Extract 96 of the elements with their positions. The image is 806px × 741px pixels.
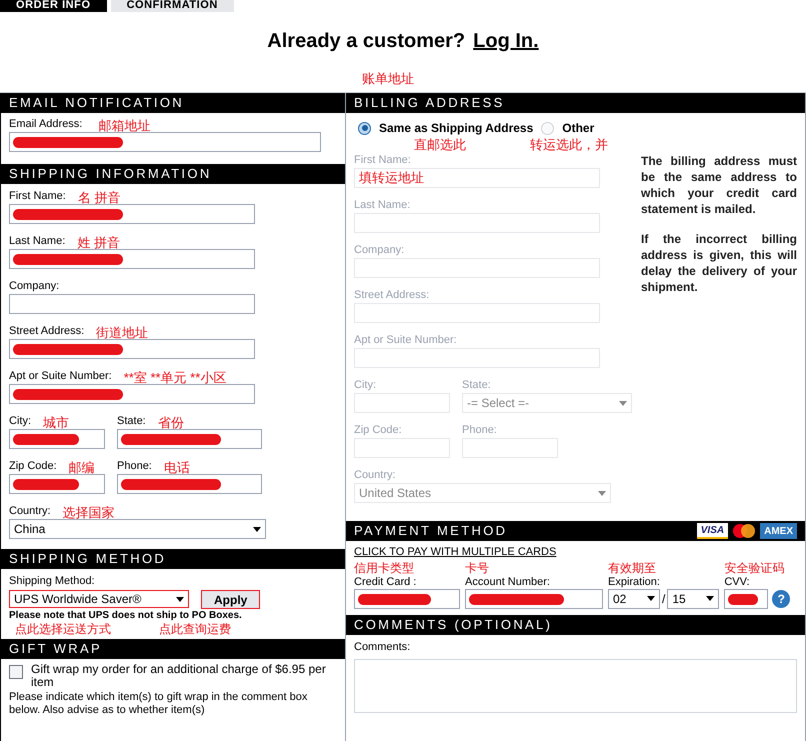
login-prompt: Already a customer? (267, 29, 466, 54)
annotation: 点此选择运送方式 (15, 622, 111, 636)
step-tab[interactable]: ORDER INFO (0, 0, 107, 12)
input-field[interactable] (9, 204, 255, 224)
annotation: 账单地址 (362, 70, 414, 88)
select-field[interactable]: China (9, 519, 266, 539)
field-label: Last Name: (354, 198, 410, 212)
help-button[interactable]: ? (772, 590, 790, 608)
annotation: 姓 拼音 (77, 236, 120, 249)
billing-note: The billing address must be the same address to which your credit card statement is mailed. (641, 153, 797, 217)
field-label: Country: (9, 504, 51, 518)
annotation: 邮箱地址 (98, 119, 150, 132)
select-field[interactable]: 15 (667, 588, 720, 608)
field-label: Zip Code: (9, 458, 57, 474)
annotation: 省份 (158, 416, 184, 429)
field-label: Apt or Suite Number: (354, 332, 457, 348)
field-label: Comments: (354, 640, 412, 654)
annotation: 邮编 (68, 461, 95, 474)
field-label: Apt or Suite Number: (9, 368, 112, 384)
annotation: 点此查询运费 (159, 622, 231, 636)
annotation: 卡号 (465, 560, 490, 574)
multiple-cards-link[interactable]: CLICK TO PAY WITH MULTIPLE CARDS (354, 544, 797, 560)
gift-wrap-instructions: Please indicate which item(s) to gift wrap in the comment box below. Also advise as to whether item(s) (9, 690, 308, 716)
login-link[interactable]: Log In. (473, 26, 539, 56)
annotation: 直邮选此 (414, 137, 466, 153)
shipping-note: Please note that UPS does not ship to PO Boxes. (9, 608, 243, 622)
annotation: 有效期至 (608, 560, 657, 574)
field-label: Company: (354, 242, 404, 258)
field-label: Phone: (117, 458, 152, 474)
field-label: State: (462, 378, 491, 392)
radio-label: Same as Shipping Address (379, 120, 534, 137)
section-title: SHIPPING INFORMATION (9, 165, 212, 184)
input-field[interactable] (9, 429, 105, 449)
select-field[interactable]: 02 (608, 588, 660, 608)
annotation: **室 **单元 **小区 (124, 371, 226, 384)
billing-note: If the incorrect billing address is given, this will delay the delivery of your shipment. (641, 231, 797, 295)
input-field[interactable] (9, 339, 255, 359)
step-tab[interactable]: CONFIRMATION (110, 0, 234, 12)
field-label: First Name: (354, 152, 411, 168)
select-field[interactable]: UPS Worldwide Saver® (9, 590, 189, 608)
input-field[interactable] (9, 294, 255, 314)
field-label: Company: (9, 278, 60, 294)
caret-icon (253, 526, 261, 532)
field-label: State: (117, 414, 146, 428)
field-label: Email Address: (9, 116, 82, 132)
checkbox-label: Gift wrap my order for an additional charge of $6.95 per item (31, 662, 327, 688)
section-title: SHIPPING METHOD (9, 550, 166, 568)
annotation: 信用卡类型 (354, 560, 415, 574)
annotation: 选择国家 (62, 506, 115, 519)
annotation: 安全验证码 (724, 560, 786, 574)
section-title: COMMENTS (OPTIONAL) (354, 616, 552, 634)
field-label: First Name: (9, 188, 66, 204)
annotation: 电话 (164, 461, 190, 474)
input-field[interactable] (9, 474, 105, 494)
section-title: GIFT WRAP (9, 640, 102, 658)
apply-button[interactable]: Apply (201, 590, 260, 608)
input-field[interactable] (724, 588, 768, 608)
input-field[interactable] (465, 588, 603, 608)
caret-icon (706, 596, 714, 601)
annotation: 城市 (43, 416, 69, 429)
field-label: CVV: (724, 574, 751, 588)
date-separator: / (662, 590, 666, 608)
annotation: 转运选此，并 (530, 137, 608, 153)
field-label: Shipping Method: (9, 574, 96, 589)
comments-field[interactable] (354, 659, 797, 713)
field-label: Street Address: (354, 288, 430, 302)
visa-logo: VISA (696, 523, 728, 539)
caret-icon (176, 596, 184, 602)
field-label: Country: (354, 468, 396, 482)
input-field[interactable] (9, 249, 255, 269)
annotation: 名 拼音 (78, 191, 120, 204)
input-field[interactable] (117, 429, 262, 449)
input-field[interactable] (117, 474, 262, 494)
annotation: 街道地址 (96, 326, 148, 339)
section-title: BILLING ADDRESS (354, 94, 505, 112)
checkbox[interactable] (9, 664, 23, 678)
amex-logo: AMEX (760, 523, 797, 539)
caret-icon (619, 400, 627, 406)
radio-label: Other (562, 120, 594, 137)
field-label: Street Address: (9, 324, 84, 338)
select-field[interactable] (354, 588, 460, 608)
field-label: Credit Card : (354, 574, 418, 588)
radio-button[interactable] (358, 122, 371, 134)
caret-icon (647, 596, 655, 601)
section-title: EMAIL NOTIFICATION (9, 94, 184, 112)
caret-icon (598, 490, 606, 496)
field-label: Account Number: (465, 574, 551, 588)
field-label: City: (9, 414, 31, 428)
input-field[interactable] (9, 132, 321, 152)
field-label: Phone: (462, 422, 497, 438)
field-label: City: (354, 378, 376, 392)
input-field[interactable] (9, 384, 255, 404)
field-label: Zip Code: (354, 422, 402, 438)
section-title: PAYMENT METHOD (354, 522, 508, 540)
field-label: Last Name: (9, 234, 66, 248)
field-label: Expiration: (608, 574, 661, 588)
